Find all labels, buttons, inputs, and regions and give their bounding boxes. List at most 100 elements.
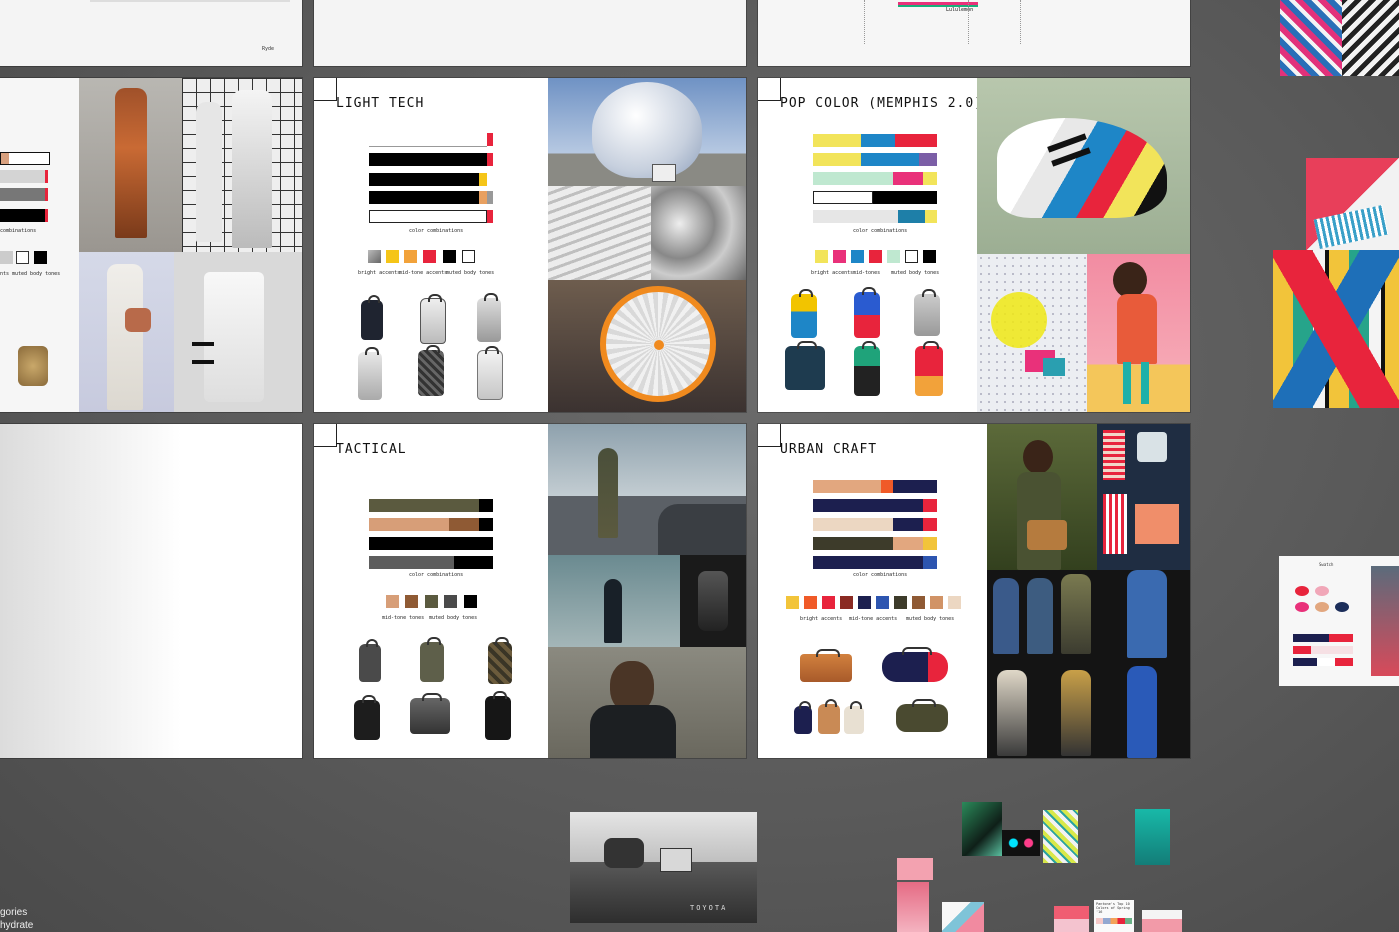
photo-memphis-sneaker[interactable] — [977, 78, 1190, 254]
thumbnail-pastel-cards[interactable] — [942, 902, 984, 932]
backpack-photo[interactable] — [477, 346, 503, 400]
swatch-page-title: Swatch — [1319, 562, 1334, 567]
color-bar — [369, 210, 493, 223]
backpack-photo[interactable] — [418, 345, 444, 396]
swatch — [386, 250, 399, 263]
swatch-label: muted body tones — [12, 271, 61, 277]
corner-mark — [758, 424, 781, 447]
color-bar — [813, 153, 937, 166]
backpack-photo[interactable] — [915, 341, 943, 396]
photo-craft-flatlay[interactable] — [1097, 424, 1190, 570]
pattern-thumbnail-top-right-dark[interactable] — [1342, 0, 1399, 76]
divider — [90, 0, 290, 2]
photo-truck-bw[interactable]: TOYOTA — [570, 812, 757, 923]
photo-memphis-model[interactable] — [1087, 254, 1190, 412]
board-empty[interactable] — [0, 424, 302, 758]
bag-photo[interactable] — [844, 701, 864, 734]
backpack-photo[interactable] — [914, 289, 940, 336]
sidebar-text-categories[interactable]: gories — [0, 907, 27, 918]
photo-man-shore[interactable] — [548, 555, 680, 647]
board-pop-color[interactable]: POP COLOR (MEMPHIS 2.0) color combinatio… — [758, 78, 1190, 412]
backpack-photo[interactable] — [358, 347, 382, 400]
bag-photo[interactable] — [896, 699, 948, 732]
backpack-photo[interactable] — [359, 639, 381, 682]
photo-portrait-rocks[interactable] — [548, 647, 746, 758]
thumbnail-pattern-sheet[interactable] — [1043, 810, 1078, 863]
photo-astronaut[interactable] — [182, 78, 302, 252]
swatch — [405, 595, 418, 608]
swatch — [0, 251, 13, 264]
swatch — [905, 250, 918, 263]
backpack-photo[interactable] — [420, 294, 446, 344]
swatch — [386, 595, 399, 608]
thumbnail-triangle-pattern[interactable] — [1273, 250, 1399, 408]
swatch — [34, 251, 47, 264]
color-bar — [813, 210, 937, 223]
backpack-photo[interactable] — [791, 289, 817, 338]
board-title: TACTICAL — [336, 442, 407, 457]
thumbnail-pink-notebook[interactable] — [1306, 158, 1399, 250]
thumbnail-neon-icons[interactable] — [1002, 830, 1040, 856]
board-top-right-partial[interactable]: Lululemon — [758, 0, 1190, 66]
thumbnail-swatch-page[interactable]: Swatch — [1279, 556, 1399, 686]
backpack-photo[interactable] — [488, 637, 512, 684]
photo-white-backpack[interactable] — [174, 252, 302, 412]
gold-bag-photo[interactable] — [18, 346, 48, 386]
photo-copper-suit[interactable] — [79, 78, 182, 252]
swatch-label: bright accents — [811, 270, 854, 276]
photo-white-dress[interactable] — [79, 252, 174, 412]
thumbnail-teal-poster[interactable] — [1135, 809, 1170, 865]
photo-woman-bag[interactable] — [987, 424, 1097, 570]
swatch-label: muted body tones — [891, 270, 940, 276]
swatch-label: nts — [0, 271, 10, 277]
thumbnail-green-collage[interactable] — [962, 802, 1002, 856]
swatch — [894, 596, 907, 609]
swatch — [851, 250, 864, 263]
photo-parachute-wheel[interactable] — [548, 280, 746, 412]
pattern-thumbnail-top-right[interactable] — [1280, 0, 1342, 76]
swatch-label: mid-tone accents — [849, 616, 898, 622]
photo-hiker-cliff[interactable] — [548, 424, 746, 555]
swatch-label: mid-tones — [853, 270, 881, 276]
bag-photo[interactable] — [818, 699, 840, 734]
backpack-photo[interactable] — [410, 693, 450, 734]
thumbnail-pantone-top10[interactable]: Pantone's Top 10 Colors of Spring '16 — [1094, 900, 1134, 932]
thumbnail-coral-swatch[interactable] — [1054, 906, 1089, 932]
backpack-photo[interactable] — [361, 295, 383, 340]
bag-photo[interactable] — [800, 649, 852, 682]
board-tactical[interactable]: TACTICAL color combinations mid-tone ton… — [314, 424, 746, 758]
backpack-photo[interactable] — [854, 287, 880, 338]
dotted-guide — [864, 0, 866, 44]
photo-memphis-objects[interactable] — [977, 254, 1087, 412]
board-urban-craft[interactable]: URBAN CRAFT color combinations bright ac… — [758, 424, 1190, 758]
backpack-photo[interactable] — [854, 341, 880, 396]
board-top-middle-partial[interactable] — [314, 0, 746, 66]
swatch-label: bright accents — [800, 616, 843, 622]
board-light-tech[interactable]: LIGHT TECH color combinations bright acc… — [314, 78, 746, 412]
bag-photo[interactable] — [882, 647, 948, 682]
thumbnail-pink-board-2[interactable] — [897, 882, 929, 932]
swatch — [930, 596, 943, 609]
pantone-caption: Pantone's Top 10 Colors of Spring '16 — [1096, 902, 1130, 914]
swatch — [423, 250, 436, 263]
photo-runway-denim[interactable] — [987, 570, 1190, 758]
photo-dark-backpack[interactable] — [680, 555, 746, 647]
backpack-photo[interactable] — [354, 695, 380, 740]
backpack-photo[interactable] — [477, 293, 501, 342]
thumbnail-pink-board[interactable] — [897, 858, 933, 880]
board-title: POP COLOR (MEMPHIS 2.0) — [780, 96, 984, 111]
bag-photo[interactable] — [794, 701, 812, 734]
sidebar-text-hydrate[interactable]: hydrate — [0, 920, 33, 931]
photo-crinkled-foil[interactable] — [651, 186, 746, 280]
truck-brand: TOYOTA — [690, 904, 728, 912]
board-top-left-partial[interactable]: Ryde — [0, 0, 302, 66]
photo-inflatable-truck[interactable] — [548, 78, 746, 186]
backpack-photo[interactable] — [420, 637, 444, 682]
photo-pleated-fabric[interactable] — [548, 186, 651, 280]
backpack-photo[interactable] — [485, 691, 511, 740]
thumbnail-red-grid[interactable] — [1142, 910, 1182, 932]
board-fashion-partial[interactable]: combinations nts muted body tones — [0, 78, 302, 412]
color-bar — [813, 499, 937, 512]
backpack-photo[interactable] — [785, 341, 825, 390]
swatch — [876, 596, 889, 609]
